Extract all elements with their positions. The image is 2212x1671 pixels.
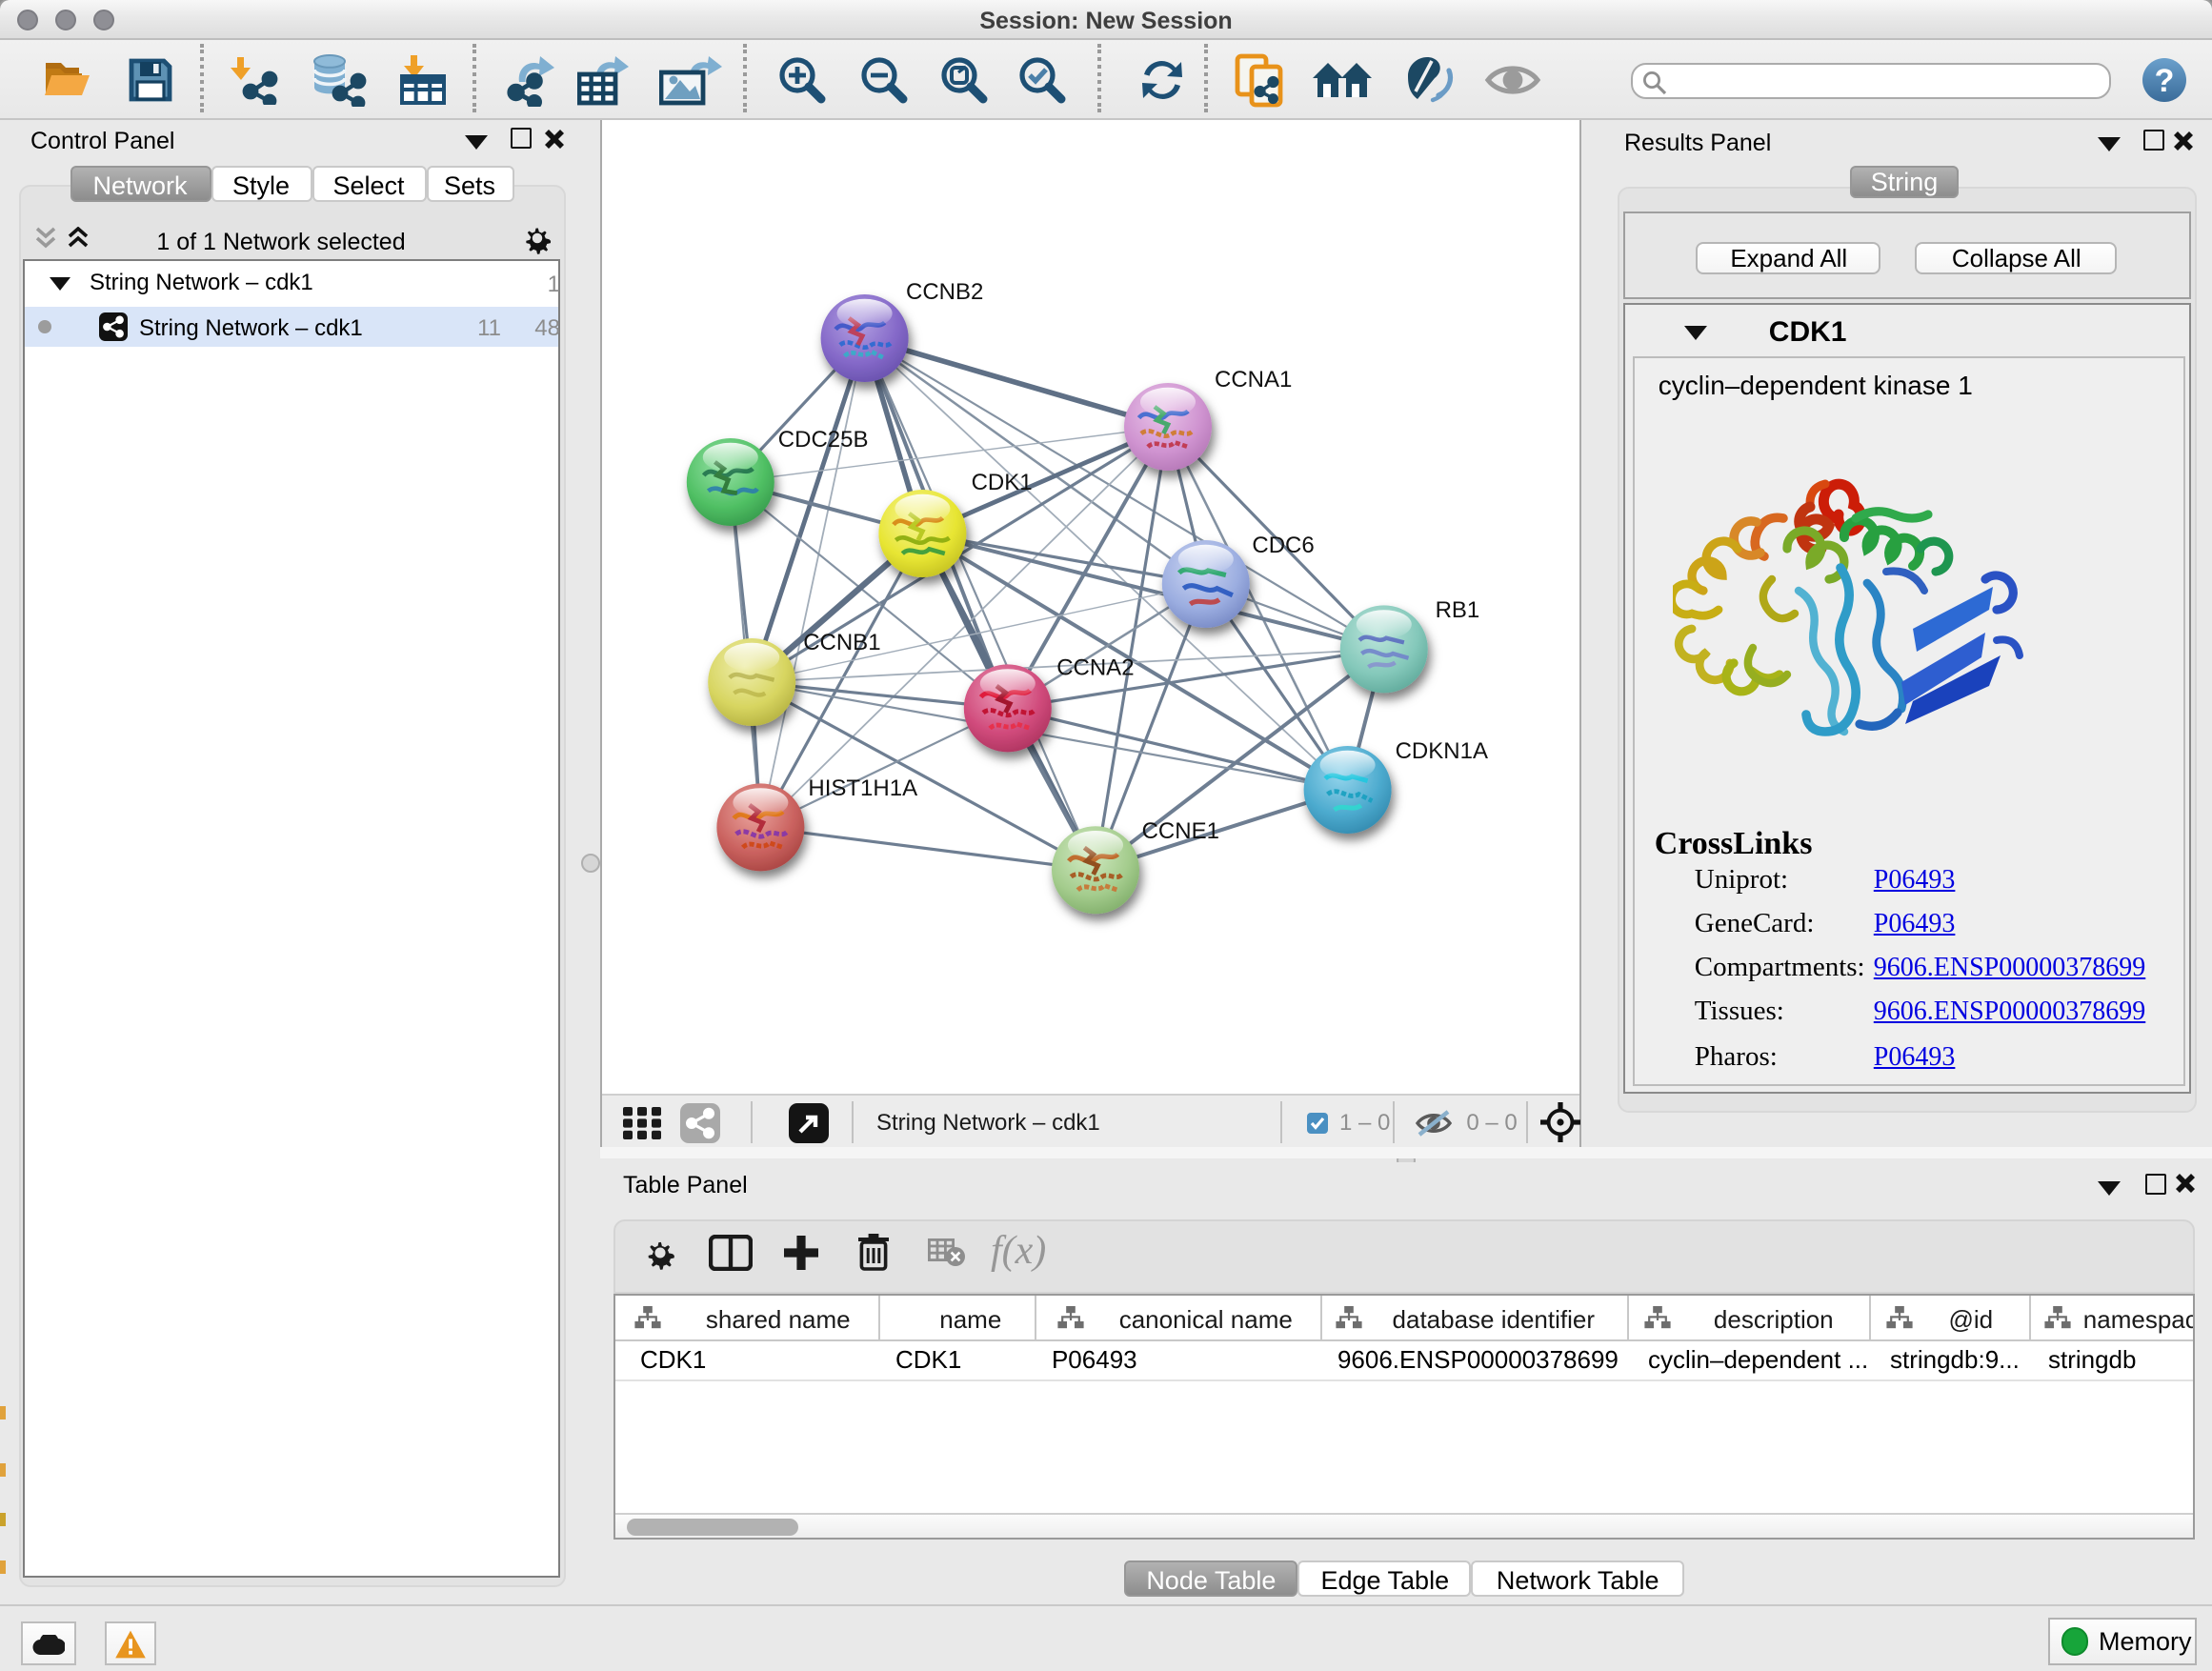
svg-text:RB1: RB1 xyxy=(1436,597,1480,623)
svg-text:CDC25B: CDC25B xyxy=(778,427,869,453)
svg-text:HIST1H1A: HIST1H1A xyxy=(808,775,917,801)
svg-text:CCNB2: CCNB2 xyxy=(906,279,983,305)
svg-text:CCNE1: CCNE1 xyxy=(1142,818,1219,844)
svg-text:CCNA2: CCNA2 xyxy=(1056,655,1134,681)
svg-text:?: ? xyxy=(2155,63,2175,99)
svg-text:CCNB1: CCNB1 xyxy=(803,630,880,655)
svg-text:CDC6: CDC6 xyxy=(1252,533,1314,558)
svg-text:CDK1: CDK1 xyxy=(972,470,1033,495)
svg-text:CCNA1: CCNA1 xyxy=(1215,367,1292,393)
svg-text:CDKN1A: CDKN1A xyxy=(1396,738,1488,764)
